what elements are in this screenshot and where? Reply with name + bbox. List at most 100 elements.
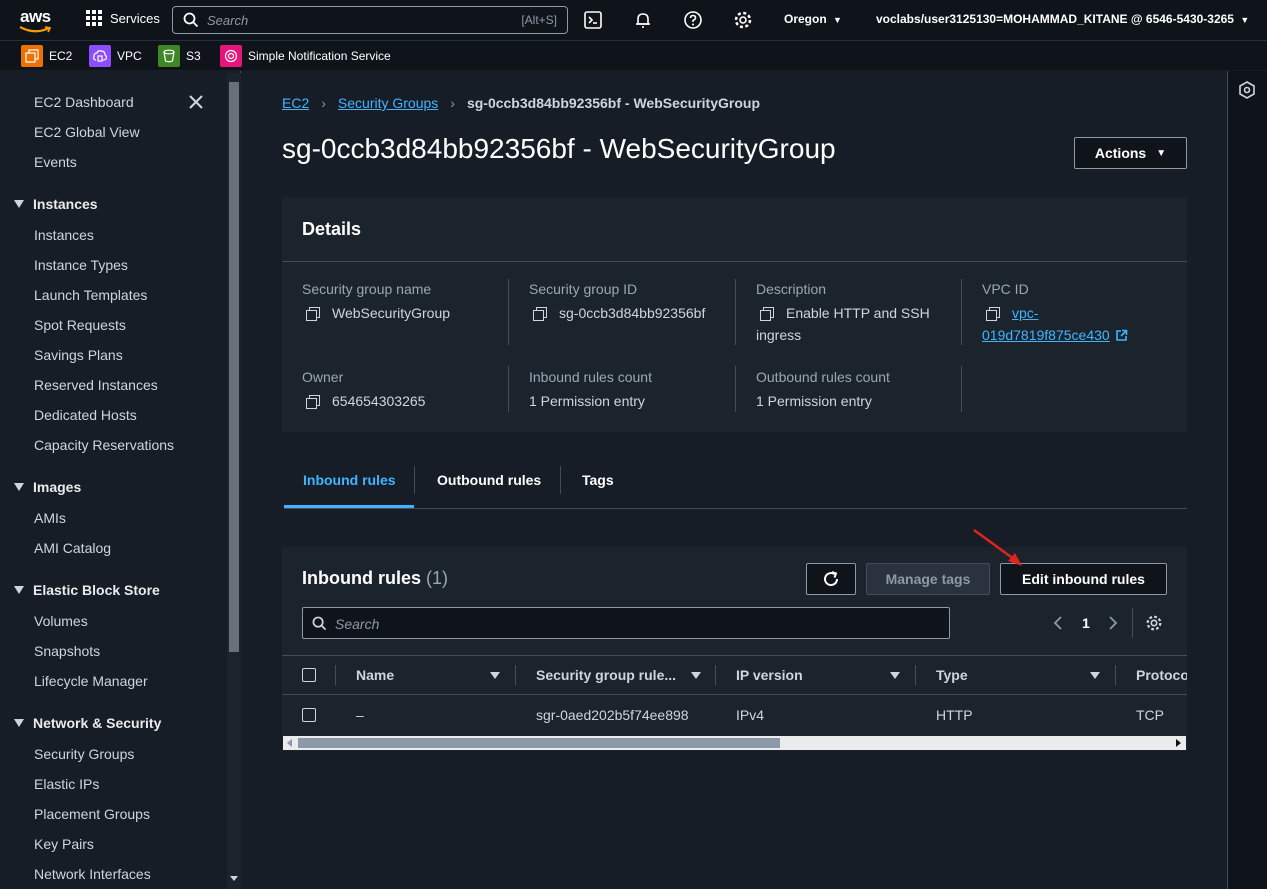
favorite-sns[interactable]: Simple Notification Service bbox=[220, 45, 391, 67]
services-menu-button[interactable]: Services bbox=[86, 10, 160, 26]
vpc-link[interactable]: 019d7819f875ce430 bbox=[982, 327, 1128, 343]
sidebar-item-dedicated-hosts[interactable]: Dedicated Hosts bbox=[34, 407, 137, 423]
sidebar-item-network-interfaces[interactable]: Network Interfaces bbox=[34, 866, 151, 882]
column-separator[interactable] bbox=[335, 665, 336, 685]
favorite-s3[interactable]: S3 bbox=[158, 45, 201, 67]
sidebar-item-ec2-global-view[interactable]: EC2 Global View bbox=[34, 124, 140, 140]
sidebar-item-spot-requests[interactable]: Spot Requests bbox=[34, 317, 126, 333]
sidebar-scrollbar-thumb[interactable] bbox=[229, 82, 239, 652]
favorite-vpc[interactable]: VPC bbox=[89, 45, 142, 67]
copy-icon[interactable] bbox=[306, 395, 320, 409]
edit-inbound-rules-label: Edit inbound rules bbox=[1022, 571, 1145, 587]
sidebar-item-events[interactable]: Events bbox=[34, 154, 77, 170]
details-header: Details bbox=[302, 219, 362, 239]
owner-text: 654654303265 bbox=[332, 393, 426, 409]
close-sidebar-icon[interactable] bbox=[188, 94, 204, 110]
sort-caret-icon[interactable] bbox=[1090, 672, 1100, 679]
favorite-ec2[interactable]: EC2 bbox=[21, 45, 72, 67]
tab-tags[interactable]: Tags bbox=[582, 472, 614, 488]
global-search-input[interactable]: Search [Alt+S] bbox=[172, 6, 568, 34]
sidebar-item-ec2-dashboard[interactable]: EC2 Dashboard bbox=[34, 94, 134, 110]
sidebar-section-instances[interactable]: Instances bbox=[14, 196, 98, 212]
vpc-link-line1[interactable]: vpc- bbox=[1012, 305, 1038, 321]
cloudshell-icon[interactable] bbox=[583, 10, 603, 30]
scroll-down-arrow-icon[interactable] bbox=[229, 874, 239, 882]
tab-outbound-rules[interactable]: Outbound rules bbox=[437, 472, 541, 488]
vpc-link-line2[interactable]: 019d7819f875ce430 bbox=[982, 327, 1110, 343]
row-select-checkbox[interactable] bbox=[302, 708, 316, 722]
sidebar-section-network-security[interactable]: Network & Security bbox=[14, 715, 161, 731]
select-all-checkbox[interactable] bbox=[302, 668, 316, 682]
favorite-label: VPC bbox=[117, 49, 142, 63]
tab-inbound-rules[interactable]: Inbound rules bbox=[303, 472, 396, 488]
sidebar-item-key-pairs[interactable]: Key Pairs bbox=[34, 836, 94, 852]
sidebar-item-lifecycle-manager[interactable]: Lifecycle Manager bbox=[34, 673, 148, 689]
help-icon[interactable] bbox=[683, 10, 703, 30]
notifications-bell-icon[interactable] bbox=[633, 10, 653, 30]
column-header-name[interactable]: Name bbox=[356, 667, 394, 683]
table-preferences-gear-icon[interactable] bbox=[1145, 614, 1163, 632]
pagination-next-icon[interactable] bbox=[1107, 615, 1119, 631]
rules-search-placeholder: Search bbox=[335, 616, 380, 632]
description-label: Description bbox=[756, 281, 827, 297]
column-separator[interactable] bbox=[1115, 665, 1116, 685]
scroll-left-arrow-icon[interactable] bbox=[287, 739, 293, 747]
sidebar-item-snapshots[interactable]: Snapshots bbox=[34, 643, 100, 659]
cell-ip-version: IPv4 bbox=[736, 707, 765, 723]
sidebar-item-volumes[interactable]: Volumes bbox=[34, 613, 88, 629]
section-title: Instances bbox=[33, 196, 98, 212]
rules-search-input[interactable]: Search bbox=[302, 607, 950, 639]
sidebar-item-launch-templates[interactable]: Launch Templates bbox=[34, 287, 147, 303]
inbound-count-value: 1 Permission entry bbox=[529, 393, 645, 409]
s3-service-icon bbox=[158, 45, 180, 67]
sidebar-item-security-groups[interactable]: Security Groups bbox=[34, 746, 134, 762]
refresh-button[interactable] bbox=[806, 563, 856, 595]
sidebar-item-placement-groups[interactable]: Placement Groups bbox=[34, 806, 150, 822]
column-separator[interactable] bbox=[715, 665, 716, 685]
sort-caret-icon[interactable] bbox=[490, 672, 500, 679]
table-scrollbar-thumb[interactable] bbox=[298, 738, 780, 748]
column-header-type[interactable]: Type bbox=[936, 667, 968, 683]
sidebar-item-savings-plans[interactable]: Savings Plans bbox=[34, 347, 123, 363]
breadcrumb-ec2-link[interactable]: EC2 bbox=[282, 95, 309, 111]
column-header-protocol[interactable]: Protoco bbox=[1136, 667, 1187, 683]
breadcrumb-security-groups-link[interactable]: Security Groups bbox=[338, 95, 438, 111]
account-menu[interactable]: voclabs/user3125130=MOHAMMAD_KITANE @ 65… bbox=[876, 12, 1249, 26]
sidebar-item-instance-types[interactable]: Instance Types bbox=[34, 257, 128, 273]
copy-icon[interactable] bbox=[760, 307, 774, 321]
section-title: Network & Security bbox=[33, 715, 162, 731]
help-panel-icon[interactable] bbox=[1238, 81, 1256, 99]
sidebar-item-amis[interactable]: AMIs bbox=[34, 510, 66, 526]
copy-icon[interactable] bbox=[986, 307, 1000, 321]
table-horizontal-scrollbar[interactable] bbox=[283, 736, 1186, 750]
account-caret-icon: ▼ bbox=[1240, 15, 1250, 25]
column-header-ip-version[interactable]: IP version bbox=[736, 667, 803, 683]
sort-caret-icon[interactable] bbox=[890, 672, 900, 679]
aws-logo[interactable]: aws bbox=[18, 6, 54, 34]
pagination-current-page[interactable]: 1 bbox=[1082, 615, 1090, 631]
chevron-right-icon: › bbox=[450, 95, 455, 111]
copy-icon[interactable] bbox=[306, 307, 320, 321]
sns-service-icon bbox=[220, 45, 242, 67]
sidebar-item-capacity-reservations[interactable]: Capacity Reservations bbox=[34, 437, 174, 453]
region-selector[interactable]: Oregon ▼ bbox=[784, 12, 842, 26]
column-separator[interactable] bbox=[515, 665, 516, 685]
actions-dropdown-button[interactable]: Actions ▼ bbox=[1074, 137, 1187, 169]
settings-gear-icon[interactable] bbox=[733, 10, 753, 30]
sidebar-item-instances[interactable]: Instances bbox=[34, 227, 94, 243]
sidebar-item-reserved-instances[interactable]: Reserved Instances bbox=[34, 377, 158, 393]
sidebar-item-ami-catalog[interactable]: AMI Catalog bbox=[34, 540, 111, 556]
scroll-right-arrow-icon[interactable] bbox=[1176, 739, 1182, 747]
copy-icon[interactable] bbox=[533, 307, 547, 321]
pagination-prev-icon[interactable] bbox=[1052, 615, 1064, 631]
sidebar-section-elastic-block-store[interactable]: Elastic Block Store bbox=[14, 582, 160, 598]
description-text-line2: ingress bbox=[756, 327, 802, 343]
column-header-rule-id[interactable]: Security group rule... bbox=[536, 667, 676, 683]
sidebar-section-images[interactable]: Images bbox=[14, 479, 81, 495]
sidebar-item-elastic-ips[interactable]: Elastic IPs bbox=[34, 776, 99, 792]
divider bbox=[560, 466, 561, 494]
sort-caret-icon[interactable] bbox=[691, 672, 701, 679]
aws-smile-icon bbox=[19, 26, 51, 33]
actions-label: Actions bbox=[1094, 145, 1147, 161]
column-separator[interactable] bbox=[915, 665, 916, 685]
